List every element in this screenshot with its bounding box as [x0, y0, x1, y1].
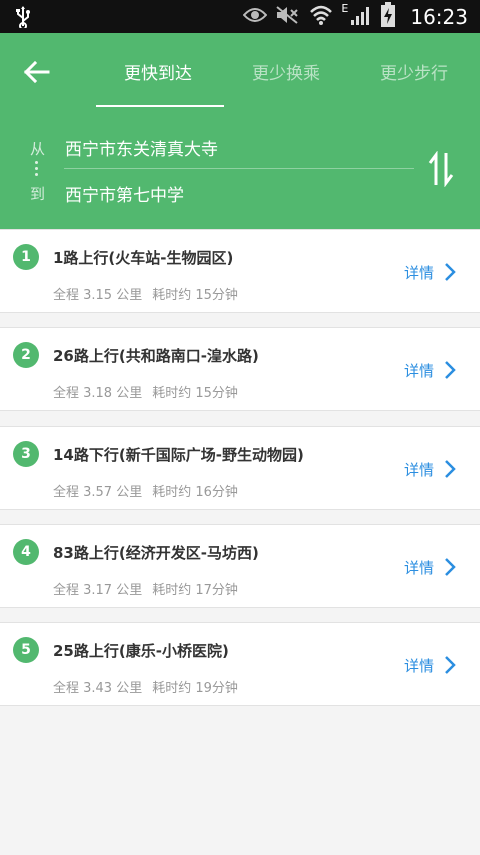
to-label: 到 — [30, 185, 46, 203]
route-meta: 全程 3.15 公里 耗时约 15分钟 — [53, 284, 238, 303]
usb-icon — [14, 6, 32, 32]
mute-icon — [275, 5, 301, 29]
wifi-icon — [309, 4, 333, 30]
route-distance: 全程 3.57 公里 — [53, 485, 143, 500]
clock: 16:23 — [410, 4, 468, 29]
route-duration: 耗时约 16分钟 — [152, 485, 238, 500]
route-detail-link[interactable]: 详情 — [404, 262, 434, 283]
route-name: 26路上行(共和路南口-湟水路) — [53, 347, 259, 365]
eye-icon — [243, 7, 268, 27]
chevron-right-icon[interactable] — [443, 655, 457, 675]
swap-button[interactable] — [426, 150, 456, 188]
battery-charging-icon — [380, 1, 396, 32]
route-index-badge: 1 — [13, 244, 39, 270]
route-name: 14路下行(新千国际广场-野生动物园) — [53, 446, 304, 464]
chevron-right-icon[interactable] — [443, 557, 457, 577]
route-duration: 耗时约 15分钟 — [152, 288, 238, 303]
tab-less-walking[interactable]: 更少步行 — [380, 59, 448, 84]
route-distance: 全程 3.18 公里 — [53, 386, 143, 401]
route-detail-link[interactable]: 详情 — [404, 655, 434, 676]
status-bar: E 16:23 — [0, 0, 480, 33]
origin-field[interactable]: 西宁市东关清真大寺 — [65, 135, 218, 160]
destination-field[interactable]: 西宁市第七中学 — [65, 181, 184, 206]
route-card[interactable]: 5 25路上行(康乐-小桥医院) 全程 3.43 公里 耗时约 19分钟 详情 — [0, 622, 480, 706]
swap-arrows-icon — [428, 150, 454, 188]
back-button[interactable] — [22, 57, 52, 87]
route-detail-link[interactable]: 详情 — [404, 557, 434, 578]
chevron-right-icon[interactable] — [443, 459, 457, 479]
route-card[interactable]: 3 14路下行(新千国际广场-野生动物园) 全程 3.57 公里 耗时约 16分钟… — [0, 426, 480, 510]
route-index-badge: 2 — [13, 342, 39, 368]
route-detail-link[interactable]: 详情 — [404, 360, 434, 381]
network-type: E — [341, 2, 349, 15]
route-card[interactable]: 1 1路上行(火车站-生物园区) 全程 3.15 公里 耗时约 15分钟 详情 — [0, 229, 480, 313]
signal-icon — [350, 4, 372, 30]
route-meta: 全程 3.18 公里 耗时约 15分钟 — [53, 382, 238, 401]
route-distance: 全程 3.17 公里 — [53, 583, 143, 598]
route-meta: 全程 3.57 公里 耗时约 16分钟 — [53, 481, 238, 500]
chevron-right-icon[interactable] — [443, 360, 457, 380]
route-name: 1路上行(火车站-生物园区) — [53, 249, 234, 267]
tab-fewer-transfers[interactable]: 更少换乘 — [252, 59, 320, 84]
route-meta: 全程 3.17 公里 耗时约 17分钟 — [53, 579, 238, 598]
route-duration: 耗时约 19分钟 — [152, 681, 238, 696]
field-divider — [64, 168, 414, 169]
route-search-header: 更快到达 更少换乘 更少步行 从 到 西宁市东关清真大寺 西宁市第七中学 — [0, 33, 480, 229]
route-name: 83路上行(经济开发区-马坊西) — [53, 544, 259, 562]
route-distance: 全程 3.43 公里 — [53, 681, 143, 696]
route-distance: 全程 3.15 公里 — [53, 288, 143, 303]
tab-faster-arrival[interactable]: 更快到达 — [124, 59, 192, 84]
back-arrow-icon — [23, 60, 50, 84]
route-index-badge: 5 — [13, 637, 39, 663]
from-label: 从 — [30, 140, 46, 158]
route-duration: 耗时约 15分钟 — [152, 386, 238, 401]
route-meta: 全程 3.43 公里 耗时约 19分钟 — [53, 677, 238, 696]
route-index-badge: 3 — [13, 441, 39, 467]
route-card[interactable]: 4 83路上行(经济开发区-马坊西) 全程 3.17 公里 耗时约 17分钟 详情 — [0, 524, 480, 608]
route-name: 25路上行(康乐-小桥医院) — [53, 642, 229, 660]
route-index-badge: 4 — [13, 539, 39, 565]
chevron-right-icon[interactable] — [443, 262, 457, 282]
active-tab-indicator — [96, 105, 224, 107]
route-detail-link[interactable]: 详情 — [404, 459, 434, 480]
dots-icon — [35, 161, 39, 179]
route-card[interactable]: 2 26路上行(共和路南口-湟水路) 全程 3.18 公里 耗时约 15分钟 详情 — [0, 327, 480, 411]
route-duration: 耗时约 17分钟 — [152, 583, 238, 598]
